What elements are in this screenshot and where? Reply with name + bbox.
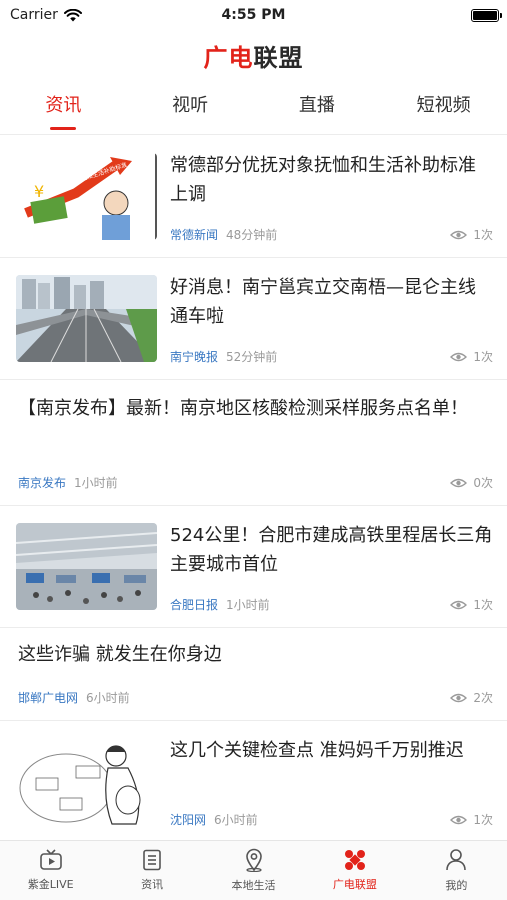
news-source: 南宁晚报 — [170, 350, 219, 364]
news-time: 6小时前 — [214, 813, 258, 827]
tab-audiovisual[interactable]: 视听 — [127, 80, 254, 134]
user-icon — [446, 849, 467, 871]
view-count-text: 0次 — [473, 476, 493, 490]
news-source: 邯郸广电网 — [18, 691, 79, 705]
logo-red-text: 广电 — [203, 42, 254, 72]
news-title: 这些诈骗 就发生在你身边 — [18, 644, 222, 665]
view-count: 0次 — [450, 474, 493, 491]
news-meta: 合肥日报 1小时前 1次 — [170, 596, 493, 613]
news-item[interactable]: ¥ 抚恤和生活补助标准 常德部分优抚对象抚恤和生活补助标准上调 常德新闻 48分… — [0, 136, 507, 258]
news-meta: 常德新闻 48分钟前 1次 — [170, 226, 493, 243]
nav-news[interactable]: 资讯 — [101, 841, 202, 900]
news-source: 常德新闻 — [170, 228, 219, 242]
nav-alliance[interactable]: 广电联盟 — [304, 841, 405, 900]
eye-icon — [450, 478, 468, 487]
news-meta: 沈阳网 6小时前 1次 — [170, 811, 493, 828]
news-thumbnail: ¥ 抚恤和生活补助标准 — [16, 153, 157, 240]
news-item[interactable]: 524公里！合肥市建成高铁里程居长三角主要城市首位 合肥日报 1小时前 1次 — [0, 506, 507, 628]
view-count-text: 1次 — [473, 350, 493, 364]
news-title: 【南京发布】最新！南京地区核酸检测采样服务点名单！ — [18, 398, 468, 419]
nav-label: 本地生活 — [231, 879, 276, 892]
nav-label: 资讯 — [141, 878, 164, 891]
view-count-text: 2次 — [473, 691, 493, 705]
alliance-icon — [344, 850, 365, 870]
news-item[interactable]: 这些诈骗 就发生在你身边 邯郸广电网 6小时前 2次 — [0, 628, 507, 721]
tab-live[interactable]: 直播 — [254, 80, 381, 134]
news-time: 1小时前 — [74, 476, 118, 490]
carrier-label: Carrier — [10, 7, 58, 23]
eye-icon — [450, 352, 468, 361]
news-time: 48分钟前 — [226, 228, 278, 242]
eye-icon — [450, 815, 468, 824]
wifi-icon — [63, 8, 82, 21]
news-title: 524公里！合肥市建成高铁里程居长三角主要城市首位 — [170, 525, 493, 575]
nav-label: 广电联盟 — [332, 878, 377, 891]
app-logo: 广电联盟 — [204, 38, 304, 73]
view-count: 1次 — [450, 596, 493, 613]
nav-label: 紫金LIVE — [27, 878, 74, 891]
view-count: 1次 — [450, 348, 493, 365]
view-count-text: 1次 — [473, 813, 493, 827]
view-count: 2次 — [450, 689, 493, 706]
tv-icon — [39, 849, 62, 870]
nav-label: 我的 — [445, 879, 468, 892]
news-meta: 南宁晚报 52分钟前 1次 — [170, 348, 493, 365]
news-item[interactable]: 这几个关键检查点 准妈妈千万别推迟 沈阳网 6小时前 1次 — [0, 721, 507, 840]
news-meta: 南京发布 1小时前 0次 — [18, 474, 493, 491]
news-title: 这几个关键检查点 准妈妈千万别推迟 — [170, 740, 464, 761]
bottom-nav: 紫金LIVE 资讯 本地生活 广电联盟 我的 — [0, 840, 507, 900]
app-header: 广电联盟 — [0, 30, 507, 80]
nav-mine[interactable]: 我的 — [406, 841, 507, 900]
news-time: 6小时前 — [86, 691, 130, 705]
news-source: 南京发布 — [18, 476, 67, 490]
nav-local-life[interactable]: 本地生活 — [203, 841, 304, 900]
tab-news[interactable]: 资讯 — [0, 80, 127, 134]
news-time: 1小时前 — [226, 598, 270, 612]
news-title: 好消息！南宁邕宾立交南梧—昆仑主线通车啦 — [170, 277, 476, 327]
news-source: 沈阳网 — [170, 813, 207, 827]
news-list-icon — [143, 849, 161, 871]
news-time: 52分钟前 — [226, 350, 278, 364]
logo-dark-text: 联盟 — [253, 42, 304, 72]
news-thumbnail — [16, 275, 157, 362]
svg-text:¥: ¥ — [34, 182, 44, 201]
eye-icon — [450, 600, 468, 609]
eye-icon — [450, 230, 468, 239]
view-count: 1次 — [450, 226, 493, 243]
view-count: 1次 — [450, 811, 493, 828]
news-thumbnail — [16, 738, 157, 825]
eye-icon — [450, 693, 468, 702]
tab-short-video[interactable]: 短视频 — [380, 80, 507, 134]
battery-icon — [471, 8, 502, 22]
news-thumbnail — [16, 523, 157, 610]
news-title: 常德部分优抚对象抚恤和生活补助标准上调 — [170, 155, 476, 205]
news-feed: ¥ 抚恤和生活补助标准 常德部分优抚对象抚恤和生活补助标准上调 常德新闻 48分… — [0, 136, 507, 840]
view-count-text: 1次 — [473, 598, 493, 612]
location-pin-icon — [245, 848, 262, 872]
status-bar: Carrier 4:55 PM — [0, 0, 507, 30]
news-source: 合肥日报 — [170, 598, 219, 612]
news-meta: 邯郸广电网 6小时前 2次 — [18, 689, 493, 706]
news-item[interactable]: 【南京发布】最新！南京地区核酸检测采样服务点名单！ 南京发布 1小时前 0次 — [0, 380, 507, 506]
nav-zijin-live[interactable]: 紫金LIVE — [0, 841, 101, 900]
category-tabs: 资讯 视听 直播 短视频 — [0, 80, 507, 135]
view-count-text: 1次 — [473, 228, 493, 242]
news-item[interactable]: 好消息！南宁邕宾立交南梧—昆仑主线通车啦 南宁晚报 52分钟前 1次 — [0, 258, 507, 380]
